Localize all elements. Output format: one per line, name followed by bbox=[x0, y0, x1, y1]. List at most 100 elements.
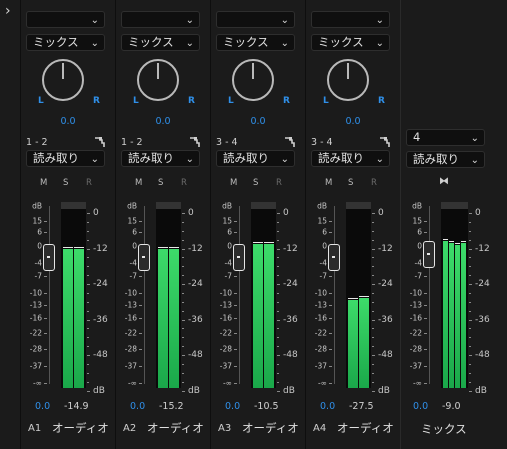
level-meter bbox=[156, 202, 181, 388]
fader-scale-label: -13 bbox=[314, 300, 327, 310]
pan-value[interactable]: 0.0 bbox=[211, 116, 305, 127]
meter-bar bbox=[359, 298, 369, 388]
fader-scale-tick bbox=[329, 366, 332, 367]
track-name[interactable]: オーディオ bbox=[337, 420, 394, 436]
track-id: A4 bbox=[313, 423, 327, 434]
record-button[interactable]: R bbox=[371, 178, 377, 188]
meter-scale-label: -24 bbox=[475, 279, 490, 289]
mix-mode-select[interactable]: ミックス ⌄ bbox=[216, 34, 295, 51]
pan-value[interactable]: 0.0 bbox=[116, 116, 210, 127]
record-button[interactable]: R bbox=[86, 178, 92, 188]
routing-icon[interactable] bbox=[379, 133, 391, 147]
volume-value[interactable]: 0.0 bbox=[320, 401, 335, 412]
chevron-right-icon[interactable]: › bbox=[5, 4, 11, 18]
volume-fader[interactable] bbox=[233, 244, 245, 271]
chevron-down-icon: ⌄ bbox=[90, 154, 99, 165]
mute-button[interactable]: M bbox=[40, 178, 47, 188]
meter-scale-minor-tick bbox=[182, 337, 184, 339]
meter-scale-minor-tick bbox=[277, 230, 279, 232]
master-channels-select[interactable]: 4 ⌄ bbox=[406, 129, 485, 146]
track-id: A2 bbox=[123, 423, 137, 434]
pan-knob[interactable] bbox=[137, 59, 179, 101]
solo-button[interactable]: S bbox=[348, 178, 353, 188]
fader-grip bbox=[47, 256, 50, 258]
meter-scale-minor-tick bbox=[372, 337, 374, 339]
meter-scale-tick bbox=[87, 213, 90, 214]
chevron-down-icon: ⌄ bbox=[280, 15, 289, 26]
meter-scale-label: dB bbox=[188, 385, 200, 396]
pan-knob[interactable] bbox=[42, 59, 84, 101]
input-select[interactable]: ⌄ bbox=[311, 11, 390, 28]
fader-scale-label: -7 bbox=[224, 271, 232, 281]
track-name[interactable]: オーディオ bbox=[242, 420, 299, 436]
fader-scale-label: -13 bbox=[124, 300, 137, 310]
mute-button[interactable]: M bbox=[135, 178, 142, 188]
fader-scale-tick bbox=[44, 318, 47, 319]
fader-scale-label: -37 bbox=[124, 361, 137, 371]
fader-scale-tick bbox=[139, 293, 142, 294]
pan-right-label: R bbox=[93, 96, 100, 106]
fader-scale-label: 15 bbox=[317, 216, 327, 226]
channel-map: 3 - 4 bbox=[311, 137, 333, 148]
automation-mode-select[interactable]: 読み取り ⌄ bbox=[26, 150, 105, 167]
fader-scale-label: 15 bbox=[412, 216, 422, 226]
routing-icon[interactable] bbox=[94, 133, 106, 147]
peak-value: -10.5 bbox=[254, 401, 279, 412]
meter-scale-minor-tick bbox=[277, 372, 279, 374]
fader-scale-label: -28 bbox=[409, 344, 422, 354]
fader-scale-label: -7 bbox=[129, 271, 137, 281]
solo-button[interactable]: S bbox=[158, 178, 163, 188]
automation-mode-select[interactable]: 読み取り ⌄ bbox=[406, 151, 485, 168]
automation-mode-select[interactable]: 読み取り ⌄ bbox=[311, 150, 390, 167]
meter-scale-tick bbox=[372, 213, 375, 214]
mute-button[interactable]: M bbox=[230, 178, 237, 188]
automation-mode-value: 読み取り bbox=[413, 152, 459, 166]
volume-fader[interactable] bbox=[43, 244, 55, 271]
record-button[interactable]: R bbox=[181, 178, 187, 188]
track-name[interactable]: オーディオ bbox=[52, 420, 109, 436]
record-button[interactable]: R bbox=[276, 178, 282, 188]
fader-scale-label: -37 bbox=[409, 361, 422, 371]
meter-scale-tick bbox=[182, 319, 185, 321]
fader-scale-label: -7 bbox=[414, 271, 422, 281]
solo-button[interactable]: S bbox=[63, 178, 68, 188]
pan-knob[interactable] bbox=[232, 59, 274, 101]
fader-scale-tick bbox=[424, 366, 427, 367]
mix-mode-select[interactable]: ミックス ⌄ bbox=[311, 34, 390, 51]
pan-knob[interactable] bbox=[327, 59, 369, 101]
peak-hold-line bbox=[169, 247, 179, 249]
fader-scale-tick bbox=[139, 232, 142, 233]
volume-value[interactable]: 0.0 bbox=[130, 401, 145, 412]
automation-mode-select[interactable]: 読み取り ⌄ bbox=[121, 150, 200, 167]
solo-button[interactable]: S bbox=[253, 178, 258, 188]
fader-scale-label: 0 bbox=[132, 241, 137, 251]
automation-mode-select[interactable]: 読み取り ⌄ bbox=[216, 150, 295, 167]
volume-value[interactable]: 0.0 bbox=[225, 401, 240, 412]
meter-scale-tick bbox=[87, 355, 90, 356]
meter-scale-tick bbox=[277, 213, 280, 214]
pan-value[interactable]: 0.0 bbox=[306, 116, 400, 127]
input-select[interactable]: ⌄ bbox=[216, 11, 295, 28]
meter-scale-tick bbox=[469, 248, 472, 250]
input-select[interactable]: ⌄ bbox=[26, 11, 105, 28]
meter-scale-minor-tick bbox=[469, 301, 471, 303]
volume-value[interactable]: 0.0 bbox=[35, 401, 50, 412]
input-select[interactable]: ⌄ bbox=[121, 11, 200, 28]
mix-mode-select[interactable]: ミックス ⌄ bbox=[26, 34, 105, 51]
pan-right-label: R bbox=[188, 96, 195, 106]
pan-value[interactable]: 0.0 bbox=[21, 116, 115, 127]
mix-mode-select[interactable]: ミックス ⌄ bbox=[121, 34, 200, 51]
fader-scale-label: -37 bbox=[219, 361, 232, 371]
track-name[interactable]: オーディオ bbox=[147, 420, 204, 436]
mute-button[interactable]: M bbox=[325, 178, 332, 188]
meter-scale-minor-tick bbox=[372, 301, 374, 303]
volume-fader[interactable] bbox=[138, 244, 150, 271]
volume-fader[interactable] bbox=[328, 244, 340, 271]
routing-icon[interactable] bbox=[284, 133, 296, 147]
routing-icon[interactable] bbox=[189, 133, 201, 147]
meter-scale-minor-tick bbox=[277, 381, 279, 383]
clip-indicator bbox=[441, 202, 468, 209]
volume-fader[interactable] bbox=[423, 241, 435, 268]
track-channel: ⌄ ミックス ⌄ L R 0.0 3 - 4 読み取り ⌄ M S RdB 15 6 0 -4 -7 -10 -13… bbox=[306, 0, 400, 449]
volume-value[interactable]: 0.0 bbox=[413, 401, 428, 412]
